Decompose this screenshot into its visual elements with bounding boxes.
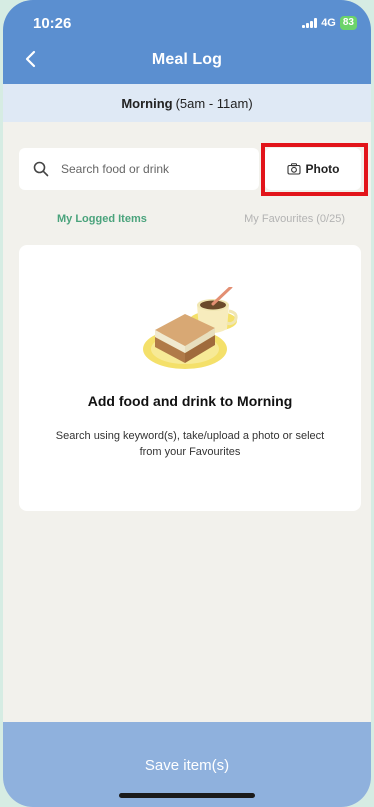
- food-drink-illustration: [143, 287, 238, 369]
- item-tabs: My Logged Items My Favourites (0/25): [19, 213, 359, 235]
- empty-state-card: Add food and drink to Morning Search usi…: [19, 245, 361, 511]
- period-range: (5am - 11am): [175, 95, 253, 111]
- status-indicators: 4G 83: [302, 16, 357, 30]
- phone-screen: 10:26 4G 83 Meal Log Morning (5am - 11am…: [3, 0, 371, 807]
- network-label: 4G: [321, 17, 336, 29]
- period-name: Morning: [121, 95, 173, 111]
- home-indicator: [119, 793, 255, 798]
- page-title: Meal Log: [151, 51, 223, 68]
- status-time: 10:26: [33, 15, 72, 32]
- empty-state-description: Search using keyword(s), take/upload a p…: [55, 430, 325, 458]
- save-button-label: Save item(s): [144, 757, 230, 774]
- tab-favourites[interactable]: My Favourites (0/25): [244, 213, 359, 235]
- battery-icon: 83: [339, 16, 357, 30]
- photo-button-highlight: [261, 143, 368, 196]
- signal-icon: [302, 18, 318, 28]
- search-input[interactable]: Search food or drink: [19, 148, 259, 190]
- search-icon: [33, 161, 49, 177]
- empty-state-title: Add food and drink to Morning: [87, 393, 293, 409]
- app-header: 10:26 4G 83 Meal Log: [3, 0, 371, 84]
- meal-period-bar: Morning (5am - 11am): [3, 84, 371, 122]
- search-placeholder: Search food or drink: [61, 162, 170, 176]
- tab-logged-items[interactable]: My Logged Items: [19, 213, 147, 235]
